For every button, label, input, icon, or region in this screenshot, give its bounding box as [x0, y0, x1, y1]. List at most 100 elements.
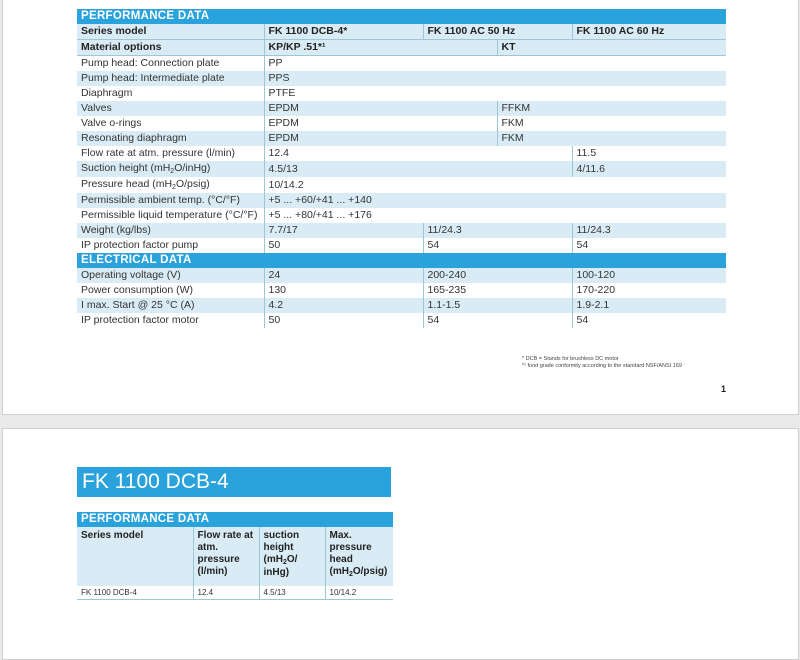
- row-value-dcb: 4.2: [264, 298, 424, 313]
- table-row: Diaphragm PTFE: [77, 86, 727, 101]
- col-flow-rate: Flow rate at atm. pressure (l/min): [193, 527, 260, 586]
- footnote-food-grade: *¹ food grade conformity according to th…: [522, 363, 682, 369]
- table-row: Suction height (mH2O/inHg) 4.5/13 4/11.6: [77, 161, 727, 177]
- elec-heading: ELECTRICAL DATA: [77, 253, 727, 268]
- product-title: FK 1100 DCB-4: [77, 467, 391, 497]
- perf-heading: PERFORMANCE DATA: [77, 512, 393, 527]
- row-label: Pump head: Connection plate: [77, 55, 265, 71]
- row-value-ac60: 4/11.6: [572, 161, 727, 177]
- table-row: Flow rate at atm. pressure (l/min) 12.4 …: [77, 146, 727, 161]
- table-row: Pump head: Connection plate PP: [77, 55, 727, 71]
- row-value-dcb: 130: [264, 283, 424, 298]
- row-label: Valve o-rings: [77, 116, 265, 131]
- row-value-ac60: 54: [572, 238, 727, 253]
- series-label: Series model: [77, 24, 265, 40]
- row-label: Permissible ambient temp. (°C/°F): [77, 193, 265, 208]
- row-label: IP protection factor pump: [77, 238, 265, 253]
- cell-flow: 12.4: [193, 586, 260, 600]
- column-header-row: Series model Flow rate at atm. pressure …: [77, 527, 393, 586]
- row-label: IP protection factor motor: [77, 313, 265, 328]
- row-value-ac50: 200-240: [423, 268, 573, 283]
- row-value: PTFE: [264, 86, 727, 101]
- row-value-dcb: 50: [264, 238, 424, 253]
- row-value: PPS: [264, 71, 727, 86]
- row-value-dcb: 4.5/13: [264, 161, 573, 177]
- row-label: Power consumption (W): [77, 283, 265, 298]
- table-row: I max. Start @ 25 °C (A) 4.2 1.1-1.5 1.9…: [77, 298, 727, 313]
- series-col-dcb: FK 1100 DCB-4*: [264, 24, 424, 40]
- footnotes: * DCB = Stands for brushless DC motor *¹…: [522, 356, 682, 370]
- row-value-ac50: 165-235: [423, 283, 573, 298]
- material-kp: KP/KP .51*¹: [264, 39, 498, 56]
- row-value-dcb: 50: [264, 313, 424, 328]
- row-label: Permissible liquid temperature (°C/°F): [77, 208, 265, 223]
- summary-table: PERFORMANCE DATA Series model Flow rate …: [77, 512, 393, 600]
- cell-head: 10/14.2: [325, 586, 393, 600]
- table-row: IP protection factor pump 50 54 54: [77, 238, 727, 253]
- row-value-ac60: 170-220: [572, 283, 727, 298]
- spec-table: PERFORMANCE DATA Series model FK 1100 DC…: [77, 9, 727, 328]
- row-value-ac50: 54: [423, 238, 573, 253]
- row-label: Diaphragm: [77, 86, 265, 101]
- table-row: Resonating diaphragm EPDM FKM: [77, 131, 727, 146]
- table-row: Power consumption (W) 130 165-235 170-22…: [77, 283, 727, 298]
- row-value-ac50: 54: [423, 313, 573, 328]
- row-value-dcb: 24: [264, 268, 424, 283]
- row-value-kt: FKM: [497, 131, 727, 146]
- table-row: Pressure head (mH2O/psig) 10/14.2: [77, 177, 727, 193]
- table-row: Operating voltage (V) 24 200-240 100-120: [77, 268, 727, 283]
- row-value: PP: [264, 55, 727, 71]
- material-kt: KT: [497, 39, 727, 56]
- row-value: +5 ... +60/+41 ... +140: [264, 193, 727, 208]
- row-label: Pump head: Intermediate plate: [77, 71, 265, 86]
- table-row: Weight (kg/lbs) 7.7/17 11/24.3 11/24.3: [77, 223, 727, 238]
- table-row: Valves EPDM FFKM: [77, 101, 727, 116]
- row-label: Suction height (mH2O/inHg): [77, 161, 265, 177]
- row-value-ac60: 11/24.3: [572, 223, 727, 238]
- cell-model: FK 1100 DCB-4: [77, 586, 194, 600]
- row-value-ac60: 11.5: [572, 146, 727, 161]
- table-row: Valve o-rings EPDM FKM: [77, 116, 727, 131]
- perf-heading: PERFORMANCE DATA: [77, 9, 727, 24]
- row-value-kp: EPDM: [264, 101, 498, 116]
- series-row: Series model FK 1100 DCB-4* FK 1100 AC 5…: [77, 24, 727, 40]
- document-page-2: FK 1100 DCB-4 PERFORMANCE DATA Series mo…: [2, 428, 799, 660]
- table-row: Pump head: Intermediate plate PPS: [77, 71, 727, 86]
- document-page-1: PERFORMANCE DATA Series model FK 1100 DC…: [2, 0, 799, 415]
- row-value-kp: EPDM: [264, 131, 498, 146]
- col-pressure-head: Max. pressure head (mH2O/psig): [325, 527, 393, 586]
- material-row: Material options KP/KP .51*¹ KT: [77, 39, 727, 56]
- perf-heading-row: PERFORMANCE DATA: [77, 512, 393, 527]
- page-number: 1: [721, 384, 727, 394]
- row-value-kt: FFKM: [497, 101, 727, 116]
- series-col-ac60: FK 1100 AC 60 Hz: [572, 24, 727, 40]
- row-label: Weight (kg/lbs): [77, 223, 265, 238]
- row-value-kp: EPDM: [264, 116, 498, 131]
- row-value-kt: FKM: [497, 116, 727, 131]
- material-label: Material options: [77, 39, 265, 56]
- table-row: IP protection factor motor 50 54 54: [77, 313, 727, 328]
- perf-heading-row: PERFORMANCE DATA: [77, 9, 727, 24]
- cell-suction: 4.5/13: [259, 586, 326, 600]
- table-row: Permissible ambient temp. (°C/°F) +5 ...…: [77, 193, 727, 208]
- row-value-ac60: 1.9-2.1: [572, 298, 727, 313]
- row-value-ac60: 54: [572, 313, 727, 328]
- col-suction-height: suction height (mH2O/ inHg): [259, 527, 326, 586]
- footnote-dcb: * DCB = Stands for brushless DC motor: [522, 356, 619, 362]
- row-value-ac50: 11/24.3: [423, 223, 573, 238]
- row-value: 10/14.2: [264, 177, 727, 193]
- row-label: Resonating diaphragm: [77, 131, 265, 146]
- table-row: FK 1100 DCB-4 12.4 4.5/13 10/14.2: [77, 586, 393, 600]
- row-value-dcb: 12.4: [264, 146, 573, 161]
- elec-heading-row: ELECTRICAL DATA: [77, 253, 727, 268]
- series-col-ac50: FK 1100 AC 50 Hz: [423, 24, 573, 40]
- row-value-dcb: 7.7/17: [264, 223, 424, 238]
- row-value-ac60: 100-120: [572, 268, 727, 283]
- row-label: I max. Start @ 25 °C (A): [77, 298, 265, 313]
- col-series-model: Series model: [77, 527, 194, 586]
- row-label: Operating voltage (V): [77, 268, 265, 283]
- row-value: +5 ... +80/+41 ... +176: [264, 208, 727, 223]
- row-value-ac50: 1.1-1.5: [423, 298, 573, 313]
- table-row: Permissible liquid temperature (°C/°F) +…: [77, 208, 727, 223]
- row-label: Flow rate at atm. pressure (l/min): [77, 146, 265, 161]
